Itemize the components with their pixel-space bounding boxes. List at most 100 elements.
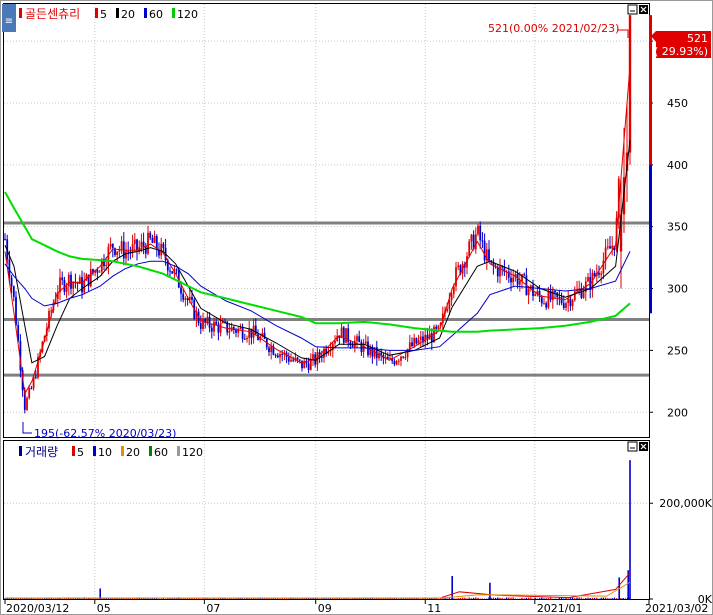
candle-body <box>606 246 609 248</box>
candle-body <box>96 270 99 273</box>
candle-body <box>235 329 237 333</box>
legend-label: 60 <box>149 8 163 21</box>
candle-body <box>573 291 576 301</box>
candle-body <box>470 234 473 242</box>
volume-bar <box>534 597 536 599</box>
volume-bar <box>604 597 607 599</box>
volume-bar <box>543 598 545 599</box>
current-price-value: 521 <box>687 32 708 45</box>
volume-bar <box>591 597 594 599</box>
volume-bar <box>615 598 618 599</box>
candle-body <box>417 340 420 344</box>
volume-bar <box>468 597 470 599</box>
candle-body <box>215 321 218 325</box>
legend-swatch <box>144 8 147 18</box>
volume-legend-swatch <box>121 446 124 456</box>
volume-bar <box>527 597 530 599</box>
candle-body <box>351 345 354 348</box>
legend-swatch <box>95 8 98 18</box>
candle-body <box>389 358 391 360</box>
candle-body <box>210 327 213 332</box>
candle-body <box>171 271 174 274</box>
candle-body <box>413 337 416 347</box>
candle-body <box>206 316 209 323</box>
candle-body <box>81 277 83 293</box>
volume-bar <box>578 597 580 599</box>
range-bar-down <box>649 164 652 314</box>
candle-body <box>12 286 15 297</box>
volume-legend-swatch <box>72 446 75 456</box>
candle-body <box>477 225 479 235</box>
candle-body <box>78 277 81 284</box>
legend-label: 5 <box>100 8 107 21</box>
candle-body <box>547 290 550 308</box>
date-tick-label: 2021/03/02 <box>645 602 708 615</box>
candle-body <box>248 328 251 339</box>
volume-legend-label: 60 <box>154 446 168 459</box>
volume-bar <box>510 597 512 599</box>
candle-body <box>241 327 244 339</box>
candle-body <box>424 334 427 343</box>
volume-minimize-button[interactable] <box>627 441 638 452</box>
volume-bar <box>558 597 561 599</box>
candle-body <box>67 274 70 287</box>
minimize-button[interactable] <box>627 4 638 15</box>
candle-body <box>611 245 614 249</box>
candle-body <box>228 331 231 333</box>
range-bar-up <box>649 15 652 165</box>
date-tick-label: 11 <box>427 602 441 615</box>
volume-spike <box>99 588 101 599</box>
candle-body <box>481 240 484 242</box>
date-tick-label: 07 <box>206 602 220 615</box>
candle-body <box>160 243 163 256</box>
volume-spike <box>489 582 491 599</box>
candle-body <box>169 270 171 272</box>
candle-body <box>219 322 222 333</box>
volume-bar <box>622 598 624 599</box>
volume-plot-area <box>3 440 650 600</box>
candle-body <box>356 336 358 341</box>
candle-body <box>435 326 438 329</box>
volume-bar <box>497 597 499 599</box>
volume-legend-label: 10 <box>98 446 112 459</box>
candle-body <box>246 338 248 340</box>
candle-body <box>147 232 149 254</box>
current-price-change: ( 29.93%) <box>654 45 708 58</box>
volume-bar <box>596 597 598 599</box>
candle-body <box>312 354 314 359</box>
price-tick-label: 450 <box>667 97 688 110</box>
volume-bar <box>541 597 543 599</box>
volume-bar <box>620 598 622 599</box>
volume-legend-swatch <box>177 446 180 456</box>
candle-body <box>598 272 600 275</box>
candle-body <box>587 277 589 282</box>
candle-body <box>415 337 418 344</box>
candle-body <box>136 239 138 251</box>
volume-spike <box>629 460 631 599</box>
volume-bar <box>494 597 497 599</box>
candle-body <box>446 309 449 312</box>
volume-bar <box>613 597 616 599</box>
candle-body <box>523 274 526 276</box>
candle-body <box>279 353 281 358</box>
candle-body <box>609 246 611 249</box>
volume-bar <box>461 597 464 599</box>
candle-body <box>180 287 182 294</box>
volume-bar <box>607 598 609 599</box>
candle-body <box>281 353 284 355</box>
candle-body <box>276 355 279 358</box>
volume-spike <box>451 576 453 599</box>
candle-body <box>419 336 422 341</box>
candle-body <box>395 361 398 365</box>
candle-body <box>243 338 246 340</box>
date-tick-label: 2021/01 <box>537 602 583 615</box>
volume-bar <box>574 598 576 599</box>
legend-swatch <box>172 8 175 18</box>
candle-body <box>364 341 367 344</box>
volume-bar <box>525 597 528 599</box>
candle-body <box>208 316 211 328</box>
volume-bar <box>508 597 510 599</box>
candle-body <box>254 325 257 335</box>
candle-body <box>400 356 402 361</box>
volume-bar <box>470 598 473 599</box>
